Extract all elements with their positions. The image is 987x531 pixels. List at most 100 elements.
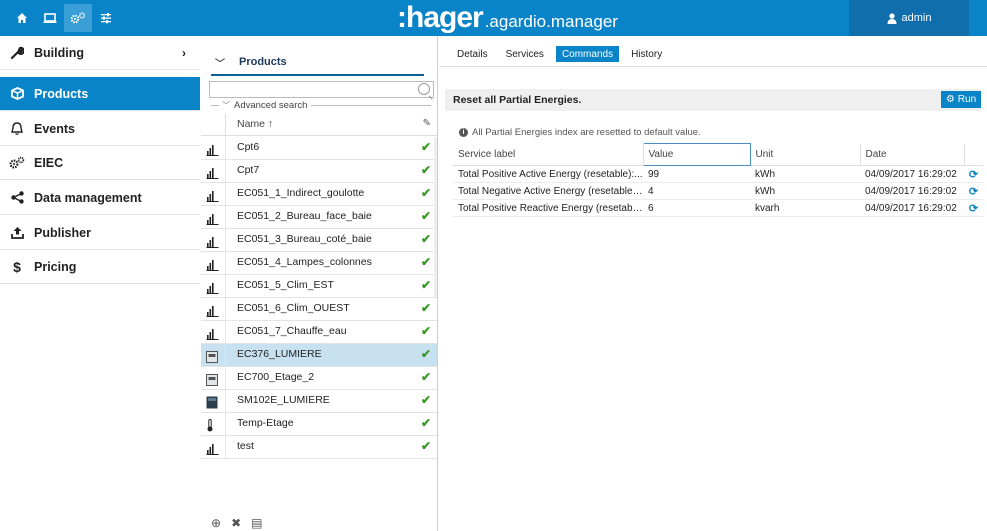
command-title: Reset all Partial Energies.	[453, 94, 582, 106]
file-icon[interactable]: ▤	[251, 516, 262, 530]
product-name: EC051_2_Bureau_face_baie	[237, 210, 372, 222]
upload-icon	[0, 226, 34, 239]
sidebar-item-label: Publisher	[34, 225, 91, 240]
counter-icon	[206, 372, 220, 386]
product-row[interactable]: SM102E_LUMIERE ✔	[201, 390, 437, 413]
product-row[interactable]: EC051_1_Indirect_goulotte ✔	[201, 183, 437, 206]
sidebar-item-events[interactable]: Events	[0, 112, 200, 146]
app-logo: :hager .agardio.manager	[397, 2, 618, 34]
product-name: EC051_6_Clim_OUEST	[237, 302, 350, 314]
delete-icon[interactable]: ✖	[231, 516, 241, 530]
table-row: Total Positive Active Energy (resetable)…	[453, 165, 983, 183]
tab-services[interactable]: Services	[500, 46, 550, 62]
product-name: Temp-Etage	[237, 417, 294, 429]
logo-brand: :hager	[397, 1, 484, 34]
check-icon: ✔	[420, 209, 431, 223]
cell-date: 04/09/2017 16:29:02	[860, 199, 964, 217]
sidebar-item-data-management[interactable]: Data management	[0, 181, 200, 215]
run-button[interactable]: ⚙ Run	[941, 91, 981, 108]
meter-icon	[206, 280, 220, 294]
products-scrollbar[interactable]	[434, 137, 437, 297]
product-search-input[interactable]	[209, 81, 434, 98]
product-row[interactable]: EC376_LUMIERE ✔	[201, 344, 437, 367]
products-toolbar: ⊕ ✖ ▤	[211, 516, 262, 530]
product-name: EC700_Etage_2	[237, 371, 315, 383]
info-icon: i	[459, 128, 468, 137]
product-row[interactable]: EC051_4_Lampes_colonnes ✔	[201, 252, 437, 275]
pin-icon[interactable]: ✎	[423, 118, 431, 129]
column-unit[interactable]: Unit	[750, 143, 861, 166]
product-row[interactable]: EC051_2_Bureau_face_baie ✔	[201, 206, 437, 229]
check-icon: ✔	[420, 370, 431, 384]
chevron-down-icon: ﹀	[222, 100, 230, 110]
products-panel-header[interactable]: ﹀ Products	[211, 50, 424, 76]
cell-date: 04/09/2017 16:29:02	[860, 182, 964, 200]
product-row[interactable]: test ✔	[201, 436, 437, 459]
chevron-right-icon: ›	[182, 45, 186, 60]
module-icon	[206, 395, 220, 409]
command-info: i All Partial Energies index are resette…	[459, 127, 701, 138]
refresh-icon[interactable]: ⟳	[964, 199, 983, 217]
product-row[interactable]: Cpt6 ✔	[201, 137, 437, 160]
check-icon: ✔	[420, 163, 431, 177]
meter-icon	[206, 211, 220, 225]
share-icon	[0, 191, 34, 204]
home-icon[interactable]	[8, 4, 36, 32]
product-name: EC051_5_Clim_EST	[237, 279, 334, 291]
refresh-icon[interactable]: ⟳	[964, 165, 983, 183]
check-icon: ✔	[420, 278, 431, 292]
monitor-icon[interactable]	[36, 4, 64, 32]
table-row: Total Positive Reactive Energy (resetabl…	[453, 199, 983, 217]
sidebar-item-publisher[interactable]: Publisher	[0, 216, 200, 250]
column-date[interactable]: Date	[860, 143, 965, 166]
logo-product: .agardio.manager	[484, 12, 618, 31]
tab-history[interactable]: History	[625, 46, 668, 62]
check-icon: ✔	[420, 255, 431, 269]
dollar-icon: $	[13, 258, 21, 275]
product-name: Cpt6	[237, 141, 260, 153]
cell-unit: kWh	[750, 182, 860, 200]
product-detail-panel: Details Services Commands History Reset …	[439, 36, 987, 531]
sidebar-item-eiec[interactable]: EIEC	[0, 146, 200, 180]
table-row: Total Negative Active Energy (resetable)…	[453, 182, 983, 200]
product-row[interactable]: Cpt7 ✔	[201, 160, 437, 183]
product-row[interactable]: EC051_3_Bureau_coté_baie ✔	[201, 229, 437, 252]
tab-commands[interactable]: Commands	[555, 46, 620, 62]
services-table: Service label Value Unit Date Total Posi…	[453, 143, 983, 217]
command-bar: Reset all Partial Energies. ⚙ Run	[445, 89, 981, 111]
column-value[interactable]: Value	[642, 143, 751, 166]
product-name: EC376_LUMIERE	[237, 348, 322, 360]
sidebar-item-products[interactable]: Products	[0, 77, 200, 111]
sliders-icon[interactable]	[92, 4, 120, 32]
product-row[interactable]: EC051_6_Clim_OUEST ✔	[201, 298, 437, 321]
user-menu[interactable]: admin	[849, 0, 969, 36]
cell-value: 4	[643, 182, 750, 200]
cell-unit: kvarh	[750, 199, 860, 217]
product-row[interactable]: EC051_5_Clim_EST ✔	[201, 275, 437, 298]
column-name-sort[interactable]: Name ↑	[237, 118, 273, 130]
product-row[interactable]: EC051_7_Chauffe_eau ✔	[201, 321, 437, 344]
check-icon: ✔	[420, 232, 431, 246]
sidebar-item-pricing[interactable]: $ Pricing	[0, 250, 200, 284]
add-icon[interactable]: ⊕	[211, 516, 221, 530]
meter-icon	[206, 257, 220, 271]
product-name: test	[237, 440, 254, 452]
gears-icon[interactable]	[64, 4, 92, 32]
check-icon: ✔	[420, 393, 431, 407]
column-service-label[interactable]: Service label	[453, 143, 644, 166]
table-header-row: Service label Value Unit Date	[453, 143, 983, 166]
tab-details[interactable]: Details	[451, 46, 494, 62]
check-icon: ✔	[420, 347, 431, 361]
sidebar-item-building[interactable]: Building ›	[0, 36, 200, 70]
product-row[interactable]: EC700_Etage_2 ✔	[201, 367, 437, 390]
user-name: admin	[901, 12, 932, 24]
meter-icon	[206, 234, 220, 248]
refresh-icon[interactable]: ⟳	[964, 182, 983, 200]
advanced-search-toggle[interactable]: ﹀ Advanced search	[211, 98, 431, 112]
product-row[interactable]: Temp-Etage ✔	[201, 413, 437, 436]
advanced-search-label: Advanced search	[234, 99, 308, 111]
meter-icon	[206, 142, 220, 156]
products-panel-title: Products	[239, 56, 287, 68]
cell-value: 6	[643, 199, 750, 217]
meter-icon	[206, 165, 220, 179]
